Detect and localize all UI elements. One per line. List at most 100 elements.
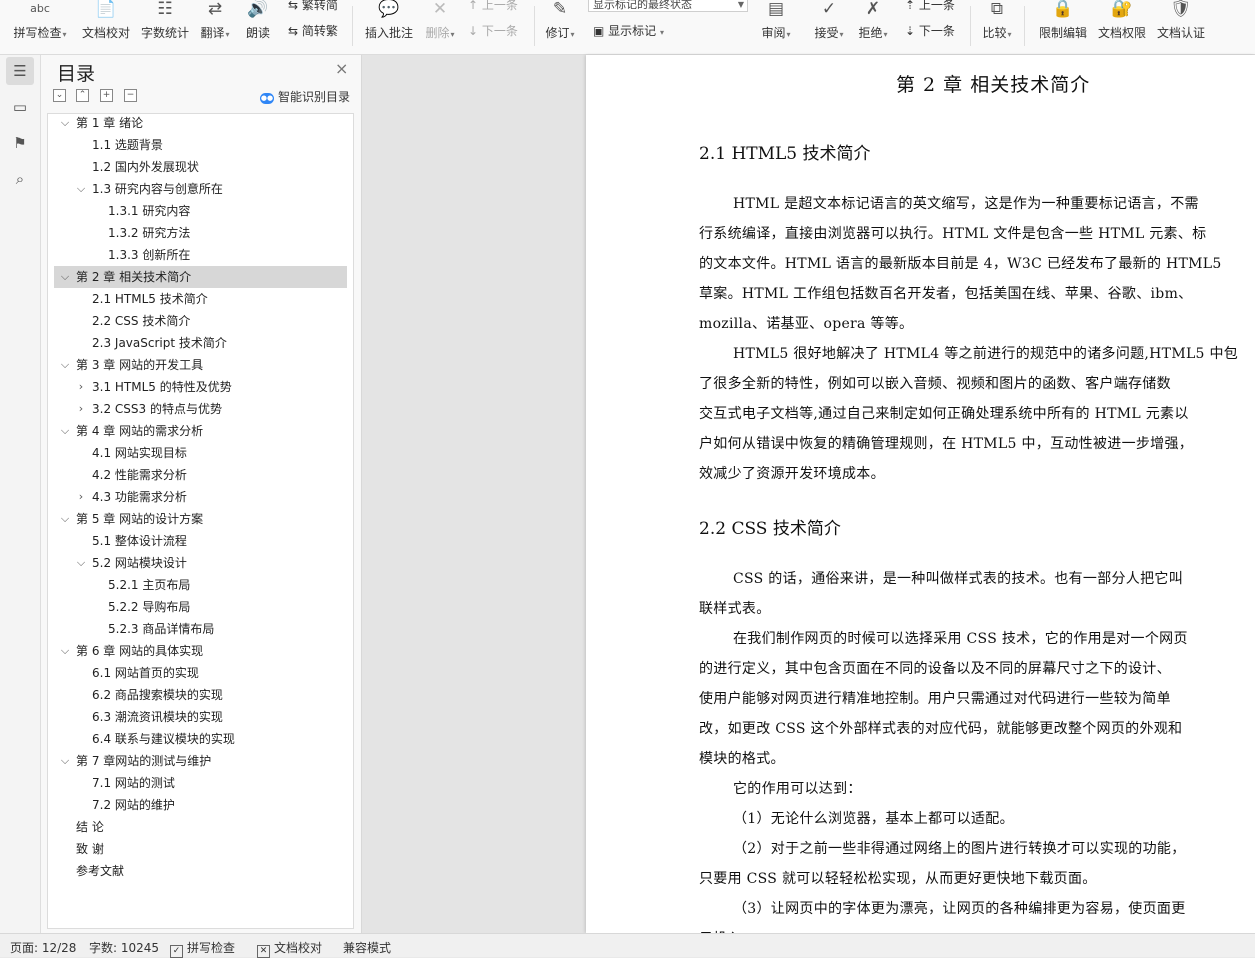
toc-item[interactable]: ⌵ 第 2 章 相关技术简介 xyxy=(54,266,347,288)
toc-item-label: 7.1 网站的测试 xyxy=(92,776,175,790)
chevron-right-icon[interactable]: › xyxy=(75,376,87,398)
reject-button[interactable]: ✗ 拒绝▾ xyxy=(838,0,908,54)
toc-item[interactable]: 6.2 商品搜索模块的实现 xyxy=(48,684,348,706)
next-change-button[interactable]: ⇣ 下一条 xyxy=(905,22,955,39)
toc-item[interactable]: 7.1 网站的测试 xyxy=(48,772,348,794)
toc-item[interactable]: 结 论 xyxy=(48,816,348,838)
ribbon-label: 拼写检查 xyxy=(13,26,62,40)
toc-item[interactable]: ⌵ 第 4 章 网站的需求分析 xyxy=(48,420,348,442)
prev-change-button[interactable]: ⇡ 上一条 xyxy=(905,0,955,13)
toc-item[interactable]: 5.2.2 导购布局 xyxy=(48,596,348,618)
read-aloud-button[interactable]: 🔊 朗读 xyxy=(223,0,293,54)
status-spell-check[interactable]: ✓ 拼写检查 xyxy=(170,939,235,958)
toc-item[interactable]: › 4.3 功能需求分析 xyxy=(48,486,348,508)
toc-item-label: 第 2 章 相关技术简介 xyxy=(76,270,192,284)
toc-item[interactable]: 2.3 JavaScript 技术简介 xyxy=(48,332,348,354)
toc-item[interactable]: 1.1 选题背景 xyxy=(48,134,348,156)
prev-comment-button[interactable]: ↑ 上一条 xyxy=(468,0,518,13)
markup-icon: ▣ xyxy=(593,24,605,38)
close-icon[interactable]: × xyxy=(335,59,348,78)
chevron-down-icon: ▾ xyxy=(570,30,575,39)
doc-certify-button[interactable]: 🛡 文档认证 xyxy=(1146,0,1216,54)
toc-item[interactable]: › 3.1 HTML5 的特性及优势 xyxy=(48,376,348,398)
add-heading-icon[interactable]: + xyxy=(100,89,113,102)
show-markup-button[interactable]: ▣ 显示标记 ▾ xyxy=(593,22,664,39)
compare-icon: ⧉ xyxy=(990,0,1004,19)
toc-item[interactable]: 2.2 CSS 技术简介 xyxy=(48,310,348,332)
toc-item[interactable]: 1.3.3 创新所在 xyxy=(48,244,348,266)
toc-item-label: 5.2.2 导购布局 xyxy=(108,600,191,614)
spell-check-button[interactable]: abc 拼写检查▾ xyxy=(5,0,75,54)
chevron-down-icon[interactable]: ⌵ xyxy=(59,112,71,134)
toc-item[interactable]: › 3.2 CSS3 的特点与优势 xyxy=(48,398,348,420)
toc-item[interactable]: 致 谢 xyxy=(48,838,348,860)
toc-item[interactable]: 6.1 网站首页的实现 xyxy=(48,662,348,684)
chapter-nav-icon[interactable]: ▭ xyxy=(6,93,34,121)
toc-item[interactable]: 5.1 整体设计流程 xyxy=(48,530,348,552)
chevron-down-icon[interactable]: ⌵ xyxy=(59,420,71,442)
bookmark-icon[interactable]: ⚑ xyxy=(6,129,34,157)
toc-item[interactable]: 5.2.3 商品详情布局 xyxy=(48,618,348,640)
delete-comment-button[interactable]: ✕ 删除▾ xyxy=(405,0,475,54)
toc-item[interactable]: 1.3.2 研究方法 xyxy=(48,222,348,244)
toc-item[interactable]: ⌵ 第 5 章 网站的设计方案 xyxy=(48,508,348,530)
toc-item-label: 2.1 HTML5 技术简介 xyxy=(92,292,208,306)
toc-item[interactable]: 1.2 国内外发展现状 xyxy=(48,156,348,178)
next-comment-button[interactable]: ↓ 下一条 xyxy=(468,22,518,39)
simp-icon: ⇆ xyxy=(288,24,299,38)
toc-item[interactable]: ⌵ 第 3 章 网站的开发工具 xyxy=(48,354,348,376)
search-icon[interactable]: ⌕ xyxy=(6,165,34,193)
ai-icon: ●● xyxy=(260,93,274,104)
toc-item-label: 5.1 整体设计流程 xyxy=(92,534,187,548)
toc-item[interactable]: 5.2.1 主页布局 xyxy=(48,574,348,596)
chevron-down-icon[interactable]: ⌵ xyxy=(75,178,87,200)
toc-item-label: 3.1 HTML5 的特性及优势 xyxy=(92,380,232,394)
chevron-down-icon[interactable]: ⌵ xyxy=(59,266,71,288)
chevron-down-icon[interactable]: ⌵ xyxy=(59,750,71,772)
toc-item[interactable]: 4.2 性能需求分析 xyxy=(48,464,348,486)
chevron-down-icon[interactable]: ⌵ xyxy=(59,508,71,530)
paragraph-line: CSS 的话，通俗来讲，是一种叫做样式表的技术。也有一部分人把它叫 xyxy=(733,571,1183,587)
markup-state-select[interactable]: 显示标记的最终状态 ▼ xyxy=(588,0,748,12)
toc-item[interactable]: 4.1 网站实现目标 xyxy=(48,442,348,464)
status-proofread[interactable]: ✕ 文档校对 xyxy=(257,939,322,958)
toc-title: 目录 xyxy=(57,63,96,85)
toc-item[interactable]: ⌵ 第 6 章 网站的具体实现 xyxy=(48,640,348,662)
toc-item[interactable]: 1.3.1 研究内容 xyxy=(48,200,348,222)
toc-item-label: 第 5 章 网站的设计方案 xyxy=(76,512,204,526)
track-changes-button[interactable]: ✎ 修订▾ xyxy=(525,0,595,54)
chevron-down-icon[interactable]: ⌵ xyxy=(59,354,71,376)
simp-to-trad-button[interactable]: ⇆ 简转繁 xyxy=(288,22,338,39)
toc-item-label: 3.2 CSS3 的特点与优势 xyxy=(92,402,222,416)
chevron-down-icon[interactable]: ⌵ xyxy=(59,640,71,662)
chevron-right-icon[interactable]: › xyxy=(75,398,87,420)
toc-item[interactable]: 6.3 潮流资讯模块的实现 xyxy=(48,706,348,728)
toc-item[interactable]: 参考文献 xyxy=(48,860,348,882)
toc-item-label: 1.3.2 研究方法 xyxy=(108,226,191,240)
toc-pane-icon[interactable]: ☰ xyxy=(6,57,34,85)
ai-toc-button[interactable]: ●● 智能识别目录 xyxy=(260,88,350,105)
toc-item[interactable]: 6.4 联系与建议模块的实现 xyxy=(48,728,348,750)
check-icon: ✓ xyxy=(170,945,183,958)
document-page[interactable]: 第 2 章 相关技术简介 2.1 HTML5 技术简介 2.2 CSS 技术简介… xyxy=(586,55,1255,933)
toc-item[interactable]: ⌵ 1.3 研究内容与创意所在 xyxy=(48,178,348,200)
section-title: 2.2 CSS 技术简介 xyxy=(699,519,841,539)
remove-heading-icon[interactable]: − xyxy=(124,89,137,102)
compare-button[interactable]: ⧉ 比较▾ xyxy=(962,0,1032,54)
page-indicator[interactable]: 页面: 12/28 xyxy=(10,939,76,956)
toc-item[interactable]: ⌵ 第 7 章网站的测试与维护 xyxy=(48,750,348,772)
ribbon-label: 审阅 xyxy=(761,26,786,40)
ribbon-label: 拒绝 xyxy=(858,26,883,40)
word-count[interactable]: 字数: 10245 xyxy=(89,939,159,956)
toc-item[interactable]: 7.2 网站的维护 xyxy=(48,794,348,816)
toc-item[interactable]: 2.1 HTML5 技术简介 xyxy=(48,288,348,310)
toc-item[interactable]: ⌵ 第 1 章 绪论 xyxy=(48,112,348,134)
chevron-right-icon[interactable]: › xyxy=(75,486,87,508)
toc-item[interactable]: ⌵ 5.2 网站模块设计 xyxy=(48,552,348,574)
reject-icon: ✗ xyxy=(865,0,881,19)
toc-item-label: 6.3 潮流资讯模块的实现 xyxy=(92,710,223,724)
chevron-down-icon[interactable]: ⌵ xyxy=(75,552,87,574)
expand-all-icon[interactable]: ⌄ xyxy=(53,89,66,102)
trad-to-simp-button[interactable]: ⇆ 繁转简 xyxy=(288,0,338,13)
collapse-all-icon[interactable]: ⌃ xyxy=(76,89,89,102)
